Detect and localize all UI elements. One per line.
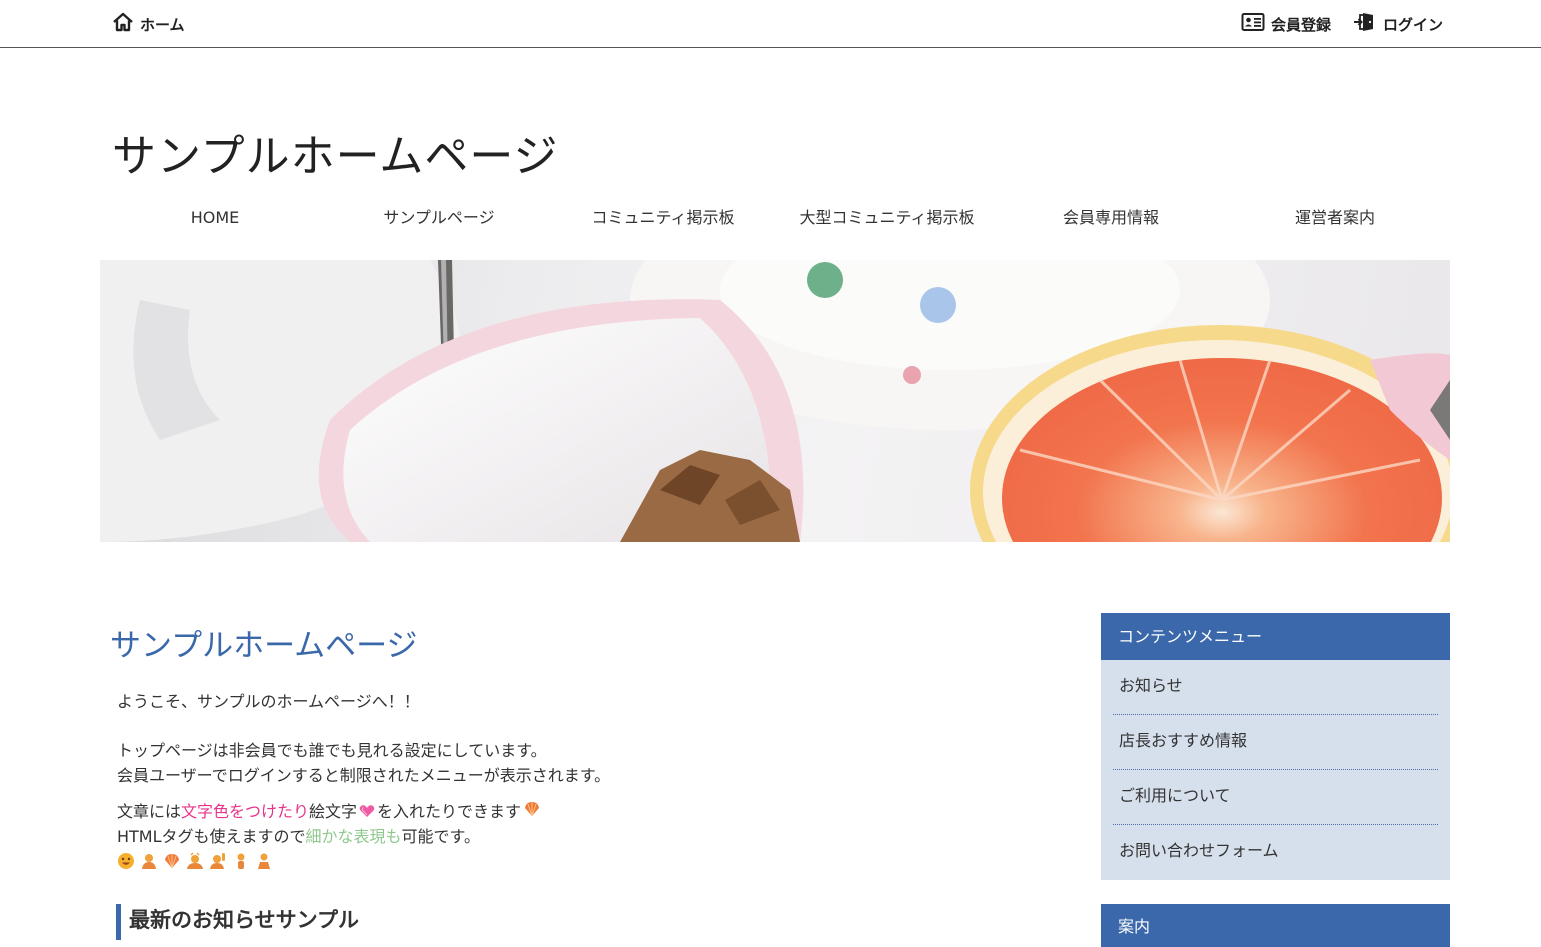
shell-emoji-icon xyxy=(163,852,181,870)
intro-text-line-2: 会員ユーザーでログインすると制限されたメニューが表示されます。 xyxy=(117,766,611,785)
styling-text-line-1: 文章には文字色をつけたり絵文字 を入れたりできます xyxy=(117,799,543,825)
nav-item-community-board[interactable]: コミュニティ掲示板 xyxy=(551,204,775,234)
hero-image xyxy=(100,260,1450,542)
nav-item-large-community-board[interactable]: 大型コミュニティ掲示板 xyxy=(775,204,999,234)
heart-emoji-icon xyxy=(359,800,375,825)
sidebar-item-manager-recommendations[interactable]: 店長おすすめ情報 xyxy=(1113,715,1438,770)
sidebar-item-news[interactable]: お知らせ xyxy=(1113,660,1438,715)
styling-text-segment: 可能です。 xyxy=(401,827,480,846)
shell-emoji-icon xyxy=(523,800,541,825)
intro-text-line-1: トップページは非会員でも誰でも見れる設定にしています。 xyxy=(117,741,547,760)
emoji-row xyxy=(117,852,273,870)
register-link[interactable]: 会員登録 xyxy=(1241,12,1331,36)
top-bar: ホーム 会員登録 ログイン xyxy=(0,0,1541,48)
latest-news-heading: 最新のお知らせサンプル xyxy=(116,904,359,940)
pink-colored-text: 文字色をつけたり xyxy=(181,802,310,821)
content-menu-list: お知らせ 店長おすすめ情報 ご利用について お問い合わせフォーム xyxy=(1101,660,1450,880)
person-standing-emoji-icon xyxy=(232,852,250,870)
nav-item-home[interactable]: HOME xyxy=(103,204,327,234)
styling-text-segment: 絵文字 xyxy=(309,802,358,821)
home-icon xyxy=(112,11,134,37)
site-title[interactable]: サンプルホームページ xyxy=(112,120,558,184)
styling-text-segment: HTMLタグも使えますので xyxy=(117,827,306,846)
styling-text-segment: 文章には xyxy=(117,802,182,821)
nav-item-operator-info[interactable]: 運営者案内 xyxy=(1223,204,1447,234)
person-raising-hand-emoji-icon xyxy=(209,852,227,870)
sidebar-content-menu: コンテンツメニュー お知らせ 店長おすすめ情報 ご利用について お問い合わせフォ… xyxy=(1101,613,1450,880)
person-sitting-emoji-icon xyxy=(255,852,273,870)
smile-face-emoji-icon xyxy=(117,852,135,870)
nav-item-sample-page[interactable]: サンプルページ xyxy=(327,204,551,234)
home-link[interactable]: ホーム xyxy=(112,11,185,37)
sidebar-item-usage-guide[interactable]: ご利用について xyxy=(1113,770,1438,825)
styling-text-line-2: HTMLタグも使えますので細かな表現も可能です。 xyxy=(117,824,480,849)
sidebar-info-title: 案内 xyxy=(1101,904,1450,947)
home-link-label: ホーム xyxy=(140,15,185,34)
content-menu-title: コンテンツメニュー xyxy=(1101,613,1450,660)
welcome-text: ようこそ、サンプルのホームページへ！！ xyxy=(117,692,420,711)
page-heading: サンプルホームページ xyxy=(110,628,418,664)
login-link[interactable]: ログイン xyxy=(1353,11,1443,37)
person-bowing-emoji-icon xyxy=(186,852,204,870)
sidebar-item-contact-form[interactable]: お問い合わせフォーム xyxy=(1113,825,1438,880)
styling-text-segment: を入れたりできます xyxy=(377,802,522,821)
login-link-label: ログイン xyxy=(1382,15,1443,34)
nav-item-member-info[interactable]: 会員専用情報 xyxy=(999,204,1223,234)
register-link-label: 会員登録 xyxy=(1270,15,1331,34)
global-nav: HOME サンプルページ コミュニティ掲示板 大型コミュニティ掲示板 会員専用情… xyxy=(103,204,1447,234)
person-emoji-icon xyxy=(140,852,158,870)
login-door-icon xyxy=(1353,11,1377,37)
id-card-icon xyxy=(1241,12,1265,36)
green-colored-text: 細かな表現も xyxy=(305,827,402,846)
